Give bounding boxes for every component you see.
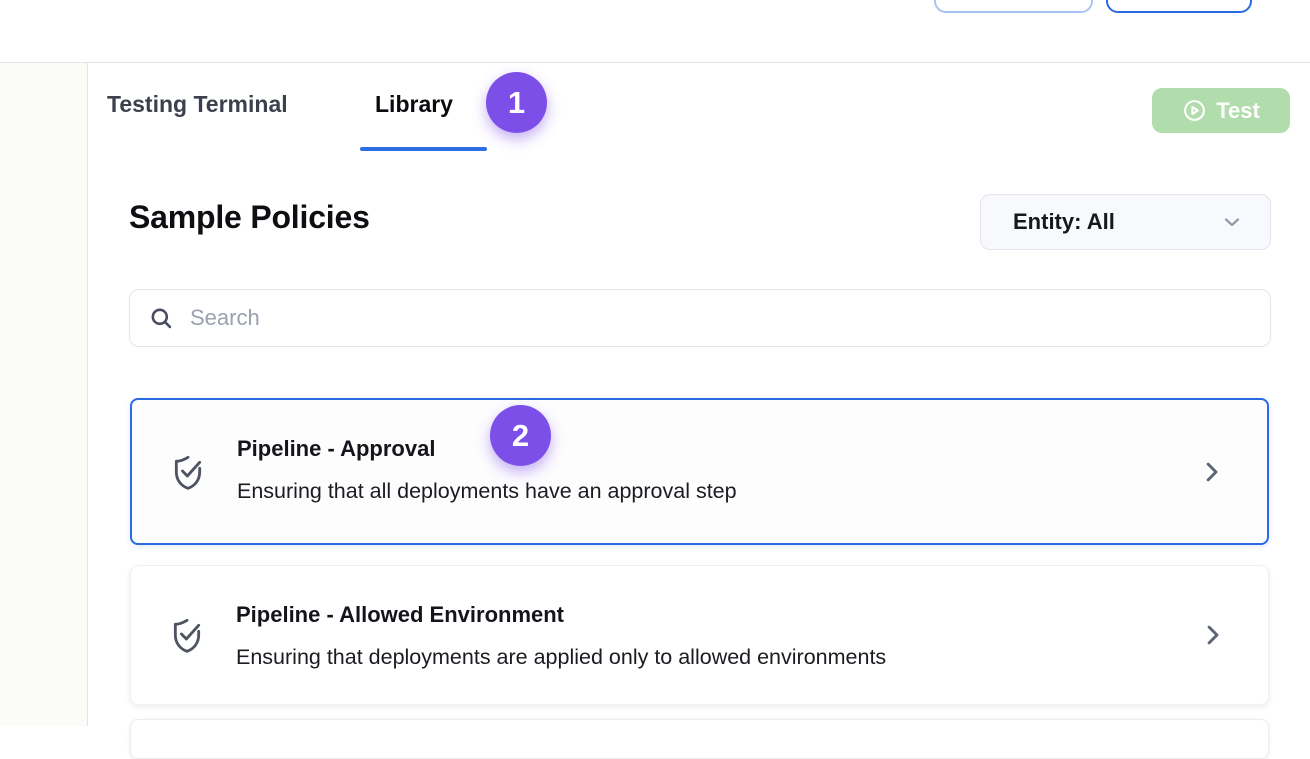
search-input[interactable] bbox=[175, 290, 1270, 346]
step-badge-2: 2 bbox=[490, 405, 551, 466]
tab-testing-terminal[interactable]: Testing Terminal bbox=[107, 91, 288, 118]
chevron-right-icon bbox=[1198, 458, 1225, 485]
test-button[interactable]: Test bbox=[1152, 88, 1290, 133]
step-badge-1: 1 bbox=[486, 72, 547, 133]
test-button-label: Test bbox=[1216, 98, 1260, 124]
chevron-right-icon bbox=[1199, 622, 1226, 649]
search-box bbox=[129, 289, 1271, 347]
entity-filter-value: Entity: All bbox=[1013, 209, 1115, 235]
page-title: Sample Policies bbox=[129, 199, 370, 236]
circle-play-icon bbox=[1182, 98, 1207, 123]
policy-card-pipeline-allowed-environment[interactable]: Pipeline - Allowed Environment Ensuring … bbox=[130, 565, 1269, 705]
tab-library[interactable]: Library bbox=[375, 91, 453, 118]
discard-button-label: Discard bbox=[1140, 0, 1217, 3]
topbar-divider bbox=[0, 62, 1310, 63]
entity-filter-dropdown[interactable]: Entity: All bbox=[980, 194, 1271, 250]
next-policy-card-partial[interactable] bbox=[130, 719, 1269, 759]
shield-check-icon bbox=[167, 610, 207, 660]
policy-description: Ensuring that all deployments have an ap… bbox=[237, 479, 737, 504]
discard-button[interactable]: Discard bbox=[1106, 0, 1252, 13]
chevron-down-icon bbox=[1220, 210, 1244, 234]
policy-title: Pipeline - Approval bbox=[237, 436, 435, 462]
sidebar-strip bbox=[0, 63, 88, 726]
shield-check-icon bbox=[168, 447, 208, 497]
save-button-label: Save bbox=[1000, 0, 1049, 3]
active-tab-underline bbox=[360, 147, 487, 151]
policy-card-pipeline-approval[interactable]: Pipeline - Approval Ensuring that all de… bbox=[130, 398, 1269, 545]
policy-description: Ensuring that deployments are applied on… bbox=[236, 645, 886, 670]
search-icon bbox=[148, 305, 175, 332]
policy-title: Pipeline - Allowed Environment bbox=[236, 602, 564, 628]
plus-icon: + bbox=[978, 0, 992, 3]
save-button[interactable]: + Save bbox=[934, 0, 1093, 13]
